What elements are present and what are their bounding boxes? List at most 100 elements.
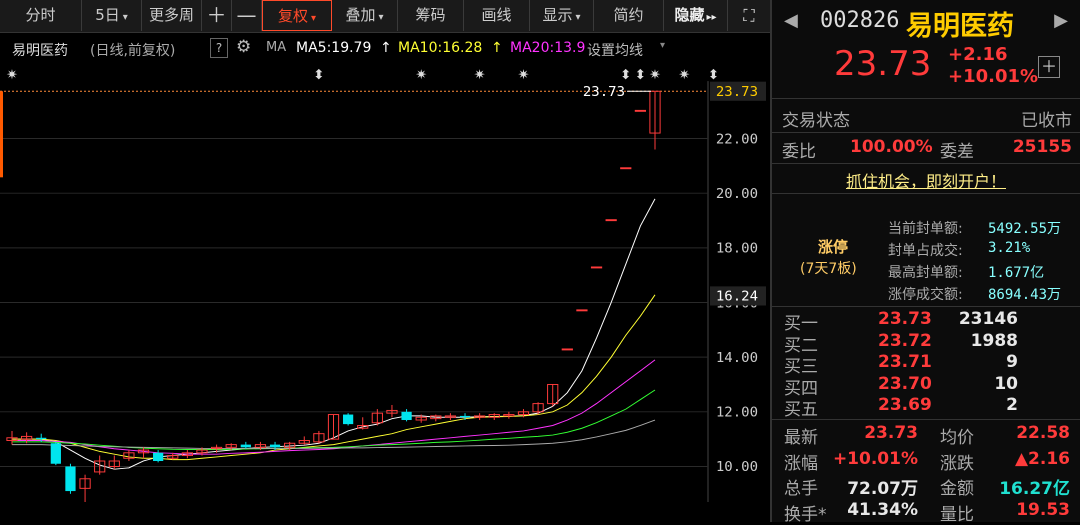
chart-info-line: 易明医药 (日线,前复权) ? ⚙ MA MA5:19.79 ↑ MA10:16… [0, 36, 770, 62]
quote-panel: ◀ 002826 易明医药 ▶ 23.73 +2.16 +10.01% ＋ 交易… [770, 0, 1080, 525]
candle-body-up [605, 219, 617, 222]
stat-row: 最新 23.73 均价 22.58 [784, 423, 1070, 448]
bid-volume: 23146 [958, 309, 1018, 329]
simple-mode-button[interactable]: 简约 [594, 0, 664, 31]
stat-label: 最新 [784, 428, 818, 448]
order-ratio-row: 委比 100.00% 委差 25155 [782, 137, 1072, 162]
bid-level-label: 买五 [784, 400, 818, 420]
event-marker-icon: ⬍ [313, 67, 325, 83]
fullscreen-icon[interactable]: ⛶ [728, 0, 770, 31]
candle-body-down [65, 466, 76, 492]
zoom-out-button[interactable]: — [232, 0, 262, 31]
bid-price: 23.73 [878, 309, 932, 329]
chevron-down-icon: ▾ [575, 12, 581, 23]
bid-price: 23.72 [878, 330, 932, 351]
chevron-down-icon: ▾ [660, 40, 666, 51]
y-tick-label: 18.00 [716, 241, 758, 257]
stat-value: 16.27亿 [999, 479, 1070, 499]
candle-body-down [459, 415, 471, 418]
stat-row: 总手 72.07万 金额 16.27亿 [784, 474, 1070, 499]
limit-up-title: 涨停 [818, 238, 849, 256]
limit-detail-label: 当前封单额: [888, 221, 963, 237]
candle-body-up [590, 266, 603, 269]
stat-value: 23.73 [864, 423, 918, 443]
stat-label: 量比 [940, 504, 974, 525]
display-dropdown[interactable]: 显示 ▾ [530, 0, 594, 31]
candle-body-up [561, 348, 573, 351]
stat-label: 总手 [784, 479, 818, 499]
event-marker-icon: ✷ [6, 67, 18, 83]
bid-price: 23.69 [878, 395, 932, 415]
event-marker-icon: ✷ [474, 67, 486, 83]
limit-detail-label: 涨停成交额: [888, 287, 963, 303]
limit-detail-value: 8694.43万 [988, 287, 1062, 303]
ratio-label: 委比 [782, 142, 816, 162]
stat-label: 金额 [940, 479, 974, 499]
bid-row[interactable]: 买二 23.72 1988 [784, 330, 1070, 356]
candle-body-down [401, 411, 412, 421]
cursor-price-label: 16.24 [716, 289, 758, 305]
candle-body-up [634, 109, 647, 112]
limit-detail-value: 1.677亿 [988, 265, 1045, 281]
chevron-down-icon: ▾ [378, 12, 384, 23]
tab-more-periods[interactable]: 更多周 [142, 0, 202, 31]
stock-code: 002826 [820, 8, 900, 33]
stat-label: 均价 [940, 428, 974, 448]
overlay-dropdown[interactable]: 叠加 ▾ [332, 0, 398, 31]
hide-panel-button[interactable]: 隐藏 ▸▸ [664, 0, 728, 31]
stock-name-label: 易明医药 [12, 43, 68, 59]
price-change-pct: +10.01% [948, 66, 1039, 87]
adjust-rights-dropdown[interactable]: 复权 ▾ [262, 0, 332, 31]
stat-label: 涨跌 [940, 453, 974, 474]
candle-body-down [342, 414, 354, 425]
chips-button[interactable]: 筹码 [398, 0, 464, 31]
zoom-in-button[interactable]: ＋ [202, 0, 232, 31]
bid-row[interactable]: 买一 23.73 23146 [784, 309, 1070, 334]
tab-intraday[interactable]: 分时 [0, 0, 82, 31]
candle-body-up [576, 309, 588, 312]
chart-toolbar: 分时 5日 ▾ 更多周 ＋ — 复权 ▾ 叠加 ▾ 筹码 画线 显示 ▾ 简约 隐藏 ▸▸… [0, 0, 770, 33]
bid-row[interactable]: 买三 23.71 9 [784, 352, 1070, 377]
event-marker-icon: ⬍ [620, 67, 632, 83]
stat-label: 涨幅 [784, 453, 818, 474]
y-tick-label: 14.00 [716, 350, 758, 366]
bid-volume: 10 [994, 373, 1018, 394]
stat-value: 19.53 [1016, 499, 1070, 520]
stat-value: 41.34% [847, 499, 918, 520]
stat-row: 涨幅 +10.01% 涨跌 ▲2.16 [784, 449, 1070, 474]
ma5-value: MA5:19.79 [296, 40, 372, 56]
bid-volume: 1988 [970, 330, 1018, 351]
ma10-value: MA10:16.28 [398, 40, 483, 56]
tab-5day[interactable]: 5日 ▾ [82, 0, 142, 31]
open-account-link[interactable]: 抓住机会，即刻开户！ [772, 168, 1080, 192]
status-label: 交易状态 [782, 111, 850, 131]
candle-body-down [240, 444, 251, 448]
candlestick-chart[interactable]: 22.0020.0018.0016.0014.0012.0010.0016.24… [0, 62, 768, 502]
prev-stock-icon[interactable]: ◀ [784, 10, 798, 31]
stat-row: 换手* 41.34% 量比 19.53 [784, 499, 1070, 525]
event-marker-icon: ✷ [649, 67, 661, 83]
event-marker-icon: ✷ [415, 67, 427, 83]
last-price: 23.73 [834, 44, 932, 84]
limit-detail-label: 最高封单额: [888, 265, 963, 281]
next-stock-icon[interactable]: ▶ [1054, 10, 1068, 31]
limit-detail-label: 封单占成交: [888, 243, 963, 259]
event-marker-icon: ✷ [518, 67, 530, 83]
chevron-down-icon: ▾ [122, 12, 128, 23]
stock-name: 易明医药 [906, 11, 1014, 42]
candle-body-down [269, 444, 281, 448]
event-marker-icon: ⬍ [708, 67, 720, 83]
price-change: +2.16 [948, 44, 1008, 65]
help-icon[interactable]: ? [210, 38, 228, 58]
draw-line-button[interactable]: 画线 [464, 0, 530, 31]
add-watchlist-button[interactable]: ＋ [1038, 56, 1060, 78]
limit-detail-value: 5492.55万 [988, 221, 1062, 237]
ma-settings-link[interactable]: 设置均线 [587, 40, 643, 60]
bid-row[interactable]: 买四 23.70 10 [784, 373, 1070, 399]
gear-icon[interactable]: ⚙ [236, 37, 251, 57]
diff-value: 25155 [1012, 137, 1072, 157]
up-arrow-icon: ↑ [491, 40, 503, 56]
y-tick-label: 22.00 [716, 132, 758, 148]
current-range-marker [0, 91, 3, 178]
bid-row[interactable]: 买五 23.69 2 [784, 395, 1070, 420]
